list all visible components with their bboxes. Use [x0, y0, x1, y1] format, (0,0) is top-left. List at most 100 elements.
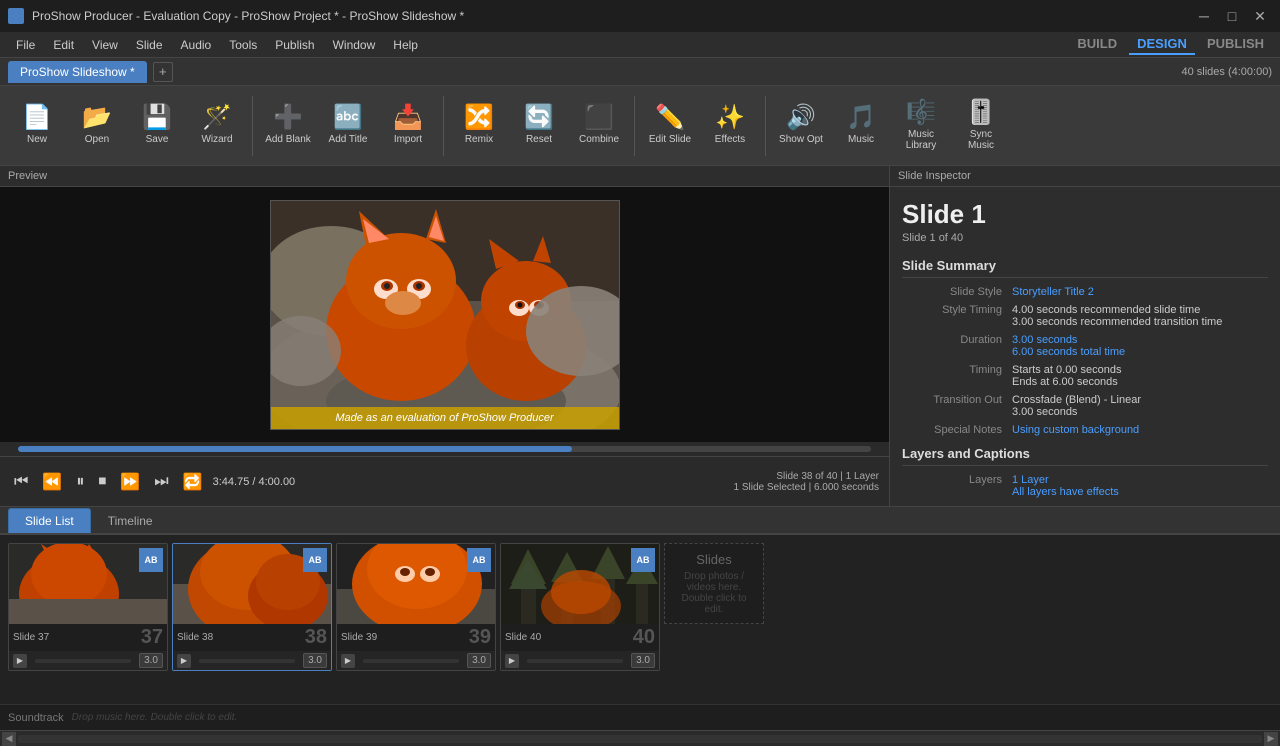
add-title-button[interactable]: 🔤 Add Title	[319, 90, 377, 162]
slide-38-play[interactable]: ▶	[177, 654, 191, 668]
bottom-scrollbar[interactable]: ◀ ▶	[0, 730, 1280, 746]
design-mode-button[interactable]: DESIGN	[1129, 34, 1195, 55]
slide-list-area: AB Slide 37 37 ▶ 3.0	[0, 534, 1280, 704]
scroll-track[interactable]	[18, 735, 1262, 743]
combine-button[interactable]: ⬛ Combine	[570, 90, 628, 162]
toolbar-separator-3	[634, 96, 635, 156]
layers-value: 1 Layer All layers have effects	[1012, 474, 1119, 498]
slide-39-badge: AB	[467, 548, 491, 572]
build-mode-button[interactable]: BUILD	[1069, 34, 1125, 55]
tab-timeline[interactable]: Timeline	[91, 508, 170, 533]
music-library-button[interactable]: 🎼 Music Library	[892, 90, 950, 162]
import-button[interactable]: 📥 Import	[379, 90, 437, 162]
pause-button[interactable]: ⏸	[72, 471, 88, 493]
fox-svg	[271, 201, 620, 430]
menu-help[interactable]: Help	[385, 35, 426, 55]
maximize-button[interactable]: □	[1220, 6, 1244, 26]
show-opt-button[interactable]: 🔊 Show Opt	[772, 90, 830, 162]
scroll-right-button[interactable]: ▶	[1264, 732, 1278, 746]
menu-window[interactable]: Window	[325, 35, 384, 55]
slide-list-scroll[interactable]: AB Slide 37 37 ▶ 3.0	[0, 535, 1280, 704]
new-icon: 📄	[22, 106, 52, 130]
edit-slide-button[interactable]: ✏️ Edit Slide	[641, 90, 699, 162]
slide-item-38[interactable]: AB Slide 38 38 ▶ 3.0	[172, 543, 332, 671]
sync-music-button[interactable]: 🎚️ Sync Music	[952, 90, 1010, 162]
layers-section: Layers and Captions Layers 1 Layer All l…	[902, 446, 1268, 498]
new-button[interactable]: 📄 New	[8, 90, 66, 162]
menu-view[interactable]: View	[84, 35, 126, 55]
wizard-button[interactable]: 🪄 Wizard	[188, 90, 246, 162]
reset-button[interactable]: 🔄 Reset	[510, 90, 568, 162]
edit-slide-icon: ✏️	[655, 106, 685, 130]
layers-count-link[interactable]: 1 Layer	[1012, 474, 1049, 486]
menu-tools[interactable]: Tools	[221, 35, 265, 55]
layers-row: Layers 1 Layer All layers have effects	[902, 474, 1268, 498]
effects-button[interactable]: ✨ Effects	[701, 90, 759, 162]
open-button[interactable]: 📂 Open	[68, 90, 126, 162]
loop-button[interactable]: 🔁	[179, 470, 207, 494]
slide-37-controls: ▶ 3.0	[9, 651, 167, 670]
layers-label: Layers	[902, 474, 1012, 498]
add-tab-button[interactable]: +	[153, 62, 173, 82]
reset-icon: 🔄	[524, 106, 554, 130]
scroll-left-button[interactable]: ◀	[2, 732, 16, 746]
slides-placeholder: Slides Drop photos / videos here. Double…	[664, 543, 764, 624]
summary-row-notes: Special Notes Using custom background	[902, 424, 1268, 436]
slide-37-label: Slide 37	[13, 632, 49, 643]
app-icon	[8, 8, 24, 24]
step-back-button[interactable]: ⏪	[38, 470, 66, 494]
slide-38-label: Slide 38	[177, 632, 213, 643]
timing-value: Starts at 0.00 secondsEnds at 6.00 secon…	[1012, 364, 1121, 388]
step-forward-button[interactable]: ⏩	[116, 470, 144, 494]
content-row: Preview	[0, 166, 1280, 506]
remix-button[interactable]: 🔀 Remix	[450, 90, 508, 162]
slide-40-duration: 3.0	[631, 653, 655, 668]
summary-row-timing2: Timing Starts at 0.00 secondsEnds at 6.0…	[902, 364, 1268, 388]
add-blank-button[interactable]: ➕ Add Blank	[259, 90, 317, 162]
notes-value[interactable]: Using custom background	[1012, 424, 1139, 436]
music-button[interactable]: 🎵 Music	[832, 90, 890, 162]
slide-item-39[interactable]: AB Slide 39 39 ▶ 3.0	[336, 543, 496, 671]
slide-37-play[interactable]: ▶	[13, 654, 27, 668]
project-tab[interactable]: ProShow Slideshow *	[8, 61, 147, 83]
duration-link[interactable]: 3.00 seconds	[1012, 334, 1077, 346]
go-to-start-button[interactable]: ⏮	[10, 471, 32, 493]
close-button[interactable]: ✕	[1248, 6, 1272, 26]
layers-effects-link[interactable]: All layers have effects	[1012, 486, 1119, 498]
save-button[interactable]: 💾 Save	[128, 90, 186, 162]
notes-label: Special Notes	[902, 424, 1012, 436]
soundtrack-hint: Drop music here. Double click to edit.	[72, 712, 238, 723]
slide-39-label: Slide 39	[341, 632, 377, 643]
menu-publish[interactable]: Publish	[267, 35, 322, 55]
style-value[interactable]: Storyteller Title 2	[1012, 286, 1094, 298]
slide-40-play[interactable]: ▶	[505, 654, 519, 668]
slide-39-num: 39	[469, 626, 491, 649]
preview-header: Preview	[0, 166, 889, 187]
preview-panel: Preview	[0, 166, 890, 506]
menu-slide[interactable]: Slide	[128, 35, 171, 55]
total-time-link[interactable]: 6.00 seconds total time	[1012, 346, 1125, 358]
slide-item-37[interactable]: AB Slide 37 37 ▶ 3.0	[8, 543, 168, 671]
slide-37-duration: 3.0	[139, 653, 163, 668]
inspector-slide-title: Slide 1	[902, 199, 1268, 230]
menu-file[interactable]: File	[8, 35, 43, 55]
slide-item-40[interactable]: AB Slide 40 40 ▶ 3.0	[500, 543, 660, 671]
menu-edit[interactable]: Edit	[45, 35, 82, 55]
music-library-icon: 🎼	[906, 101, 936, 125]
slide-39-play[interactable]: ▶	[341, 654, 355, 668]
stop-button[interactable]: ⏹	[94, 471, 110, 493]
slide-38-badge: AB	[303, 548, 327, 572]
mode-switcher: BUILD DESIGN PUBLISH	[1069, 34, 1272, 55]
go-to-end-button[interactable]: ⏭	[150, 471, 172, 493]
transition-value: Crossfade (Blend) - Linear3.00 seconds	[1012, 394, 1141, 418]
progress-bar[interactable]	[18, 446, 871, 452]
publish-mode-button[interactable]: PUBLISH	[1199, 34, 1272, 55]
style-timing-value: 4.00 seconds recommended slide time3.00 …	[1012, 304, 1222, 328]
preview-image: Made as an evaluation of ProShow Produce…	[270, 200, 620, 430]
summary-section-title: Slide Summary	[902, 258, 1268, 278]
minimize-button[interactable]: ─	[1192, 6, 1216, 26]
layers-section-title: Layers and Captions	[902, 446, 1268, 466]
menu-audio[interactable]: Audio	[173, 35, 220, 55]
slide-38-num: 38	[305, 626, 327, 649]
tab-slide-list[interactable]: Slide List	[8, 508, 91, 533]
